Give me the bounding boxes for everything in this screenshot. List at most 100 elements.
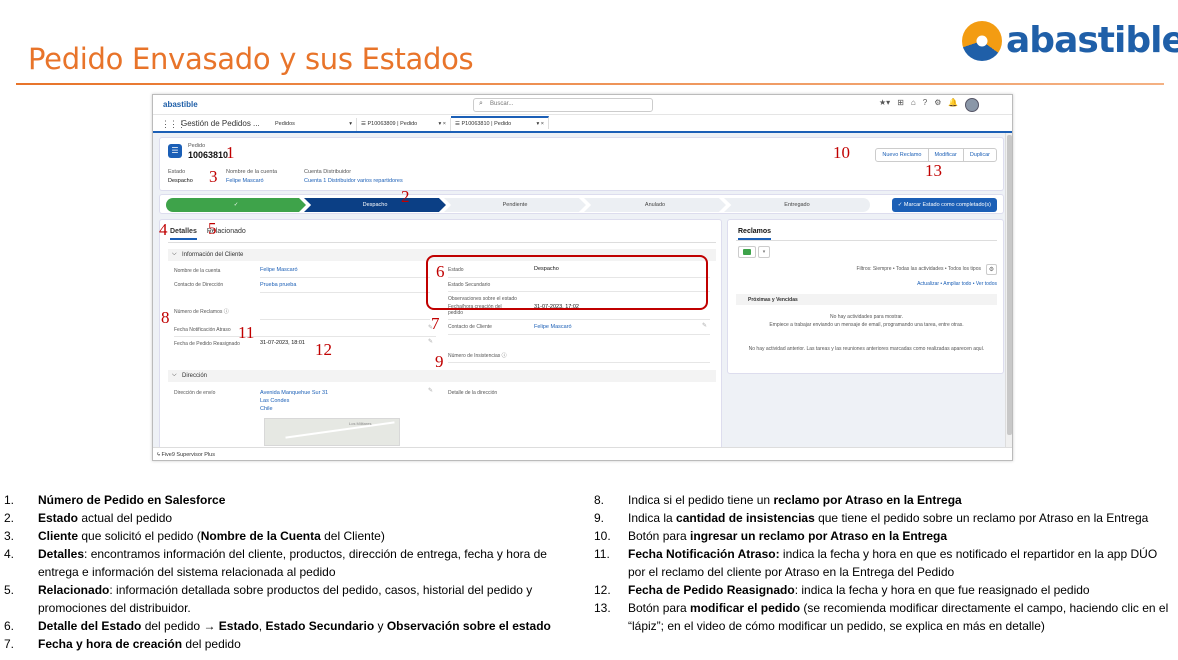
activity-links[interactable]: Actualizar • Ampliar todo • Ver todos — [917, 281, 997, 287]
status-path: ✓ Despacho Pendiente Anulado Entregado ✓… — [159, 194, 1004, 214]
tab-actions-icon[interactable]: ▾ × — [438, 121, 446, 127]
field-value: Despacho — [168, 178, 193, 184]
note-item: 8. Indica si el pedido tiene un reclamo p… — [594, 491, 1172, 509]
address-map[interactable]: Los Militares — [264, 418, 400, 446]
duplicar-button[interactable]: Duplicar — [964, 149, 996, 161]
global-search-input[interactable]: ⌕ Buscar... — [473, 98, 653, 112]
title-rule — [16, 83, 1164, 85]
callout-13: 13 — [925, 161, 942, 180]
chevron-down-icon[interactable]: ▾ — [349, 121, 352, 127]
avatar[interactable] — [965, 98, 980, 112]
app-logo[interactable]: abastible — [163, 100, 198, 109]
favorites-icon[interactable]: ★▾ — [879, 98, 890, 112]
callout-6: 6 — [436, 262, 445, 281]
nav-tab-pedidos[interactable]: Pedidos ▾ — [271, 118, 357, 131]
field-label: Dirección de envío — [174, 390, 216, 396]
gear-icon[interactable]: ⚙ — [934, 98, 941, 112]
note-number: 10. — [594, 529, 611, 543]
note-number: 12. — [594, 583, 611, 597]
field-label: Nombre de la cuenta — [226, 169, 278, 175]
path-stage-entregado[interactable]: Entregado — [724, 198, 870, 212]
note-bold-text: Detalles — [38, 547, 85, 561]
notes-right: 8. Indica si el pedido tiene un reclamo p… — [594, 491, 1172, 635]
note-bold-text: Estado Secundario — [265, 619, 375, 633]
note-bold-text: modificar el pedido — [690, 601, 801, 615]
scrollbar[interactable] — [1005, 133, 1012, 447]
setup-home-icon[interactable]: ⌂ — [911, 98, 916, 112]
note-item: 10. Botón para ingresar un reclamo por At… — [594, 527, 1172, 545]
note-text-segment: Botón para — [628, 601, 691, 615]
note-text-segment: Indica si el pedido tiene un — [628, 493, 774, 507]
note-bold-text: Detalle del Estado — [38, 619, 142, 633]
logo-text: abastible — [1006, 20, 1178, 61]
address-line: Avenida Manquehue Sur 31 — [260, 390, 329, 396]
reclamos-tab[interactable]: Reclamos — [738, 228, 772, 240]
field-label-notificacion-atraso: Fecha Notificación Atraso — [174, 327, 231, 333]
note-bold-text: Fecha Notificación Atraso: — [628, 547, 780, 561]
path-stage-done[interactable]: ✓ — [166, 198, 306, 212]
note-number: 5. — [4, 583, 15, 597]
header-icons: ★▾ ⊞ ⌂ ? ⚙ 🔔 — [879, 98, 980, 112]
section-direccion[interactable]: ⌵ Dirección — [168, 370, 716, 382]
slide: Pedido Envasado y sus Estados abastible … — [0, 0, 1178, 660]
note-text: Fecha Notificación Atraso: indica la fec… — [628, 545, 1172, 581]
search-icon: ⌕ — [479, 100, 483, 107]
bell-icon[interactable]: 🔔 — [948, 98, 958, 112]
note-number: 8. — [594, 493, 605, 507]
estado-detail-highlight — [426, 255, 708, 310]
note-bold-text: Número de Pedido en Salesforce — [38, 493, 226, 507]
note-text: Número de Pedido en Salesforce — [38, 491, 564, 509]
nav-tab-p10063809[interactable]: ☰ P10063809 | Pedido ▾ × — [357, 118, 451, 131]
gear-icon[interactable]: ⚙ — [986, 264, 997, 275]
nav-tab-p10063810[interactable]: ☰ P10063810 | Pedido ▾ × — [451, 116, 549, 129]
note-bold-text: cantidad de insistencias — [676, 511, 815, 525]
path-stage-anulado[interactable]: Anulado — [584, 198, 726, 212]
pencil-icon[interactable]: ✎ — [428, 338, 433, 345]
contacto-cliente-link[interactable]: Felipe Mascaró — [534, 324, 572, 330]
section-proximas-vencidas[interactable]: Próximas y Vencidas — [736, 294, 997, 305]
note-number: 3. — [4, 529, 15, 543]
callout-5: 5 — [208, 219, 217, 238]
field-label-numero-reclamos: Número de Reclamos ⓘ — [174, 309, 229, 315]
field-label-reasignado: Fecha de Pedido Reasignado — [174, 341, 240, 347]
note-text: Fecha de Pedido Reasignado: indica la fe… — [628, 581, 1172, 599]
modificar-button[interactable]: Modificar — [929, 149, 964, 161]
utility-bar[interactable]: ϟ Five9 Supervisor Plus — [153, 447, 1012, 460]
mark-complete-button[interactable]: ✓ Marcar Estado como completado(s) — [891, 198, 997, 212]
add-icon[interactable]: ⊞ — [897, 98, 904, 112]
account-link[interactable]: Felipe Mascaró — [226, 177, 277, 186]
note-bold-text: Fecha y hora de creación — [38, 637, 183, 651]
path-stage-pendiente[interactable]: Pendiente — [444, 198, 586, 212]
callout-12: 12 — [315, 340, 332, 359]
note-text: Relacionado: información detallada sobre… — [38, 581, 564, 617]
callout-7: 7 — [431, 314, 440, 333]
search-placeholder: Buscar... — [490, 101, 514, 107]
nuevo-reclamo-button[interactable]: Nuevo Reclamo — [876, 149, 929, 161]
note-bold-text: → Estado — [203, 619, 259, 633]
nav-tab-label: Pedidos — [275, 121, 295, 127]
path-stage-despacho[interactable]: Despacho — [304, 198, 446, 212]
note-bold-text: Estado — [38, 511, 79, 525]
scroll-thumb[interactable] — [1007, 135, 1012, 435]
note-text-segment: del pedido — [182, 637, 241, 651]
pencil-icon[interactable]: ✎ — [428, 387, 433, 394]
tab-actions-icon[interactable]: ▾ × — [536, 121, 544, 127]
pencil-icon[interactable]: ✎ — [702, 322, 707, 329]
utility-label: Five9 Supervisor Plus — [161, 452, 215, 458]
field-value-reasignado: 31-07-2023, 18:01 — [260, 340, 305, 346]
tab-detalles[interactable]: Detalles — [170, 228, 197, 240]
contact-link[interactable]: Prueba prueba — [260, 282, 296, 288]
field-label-insistencias: Número de Insistencias ⓘ — [448, 353, 507, 359]
distributor-link[interactable]: Cuenta 1 Distribuidor varios repartidore… — [304, 177, 403, 186]
flame-logo-icon — [962, 20, 1002, 61]
new-activity-button[interactable] — [738, 246, 756, 258]
note-number: 6. — [4, 619, 15, 633]
note-number: 9. — [594, 511, 605, 525]
account-name-link[interactable]: Felipe Mascaró — [260, 267, 298, 273]
address-link[interactable]: Avenida Manquehue Sur 31 Las Condes Chil… — [260, 389, 328, 413]
help-icon[interactable]: ? — [923, 98, 927, 112]
note-item: 4. Detalles: encontramos información del … — [4, 545, 564, 581]
note-item: 7. Fecha y hora de creación del pedido — [4, 635, 564, 653]
field-label: Detalle de la dirección — [448, 390, 498, 396]
chevron-down-icon[interactable]: ▾ — [758, 246, 770, 258]
